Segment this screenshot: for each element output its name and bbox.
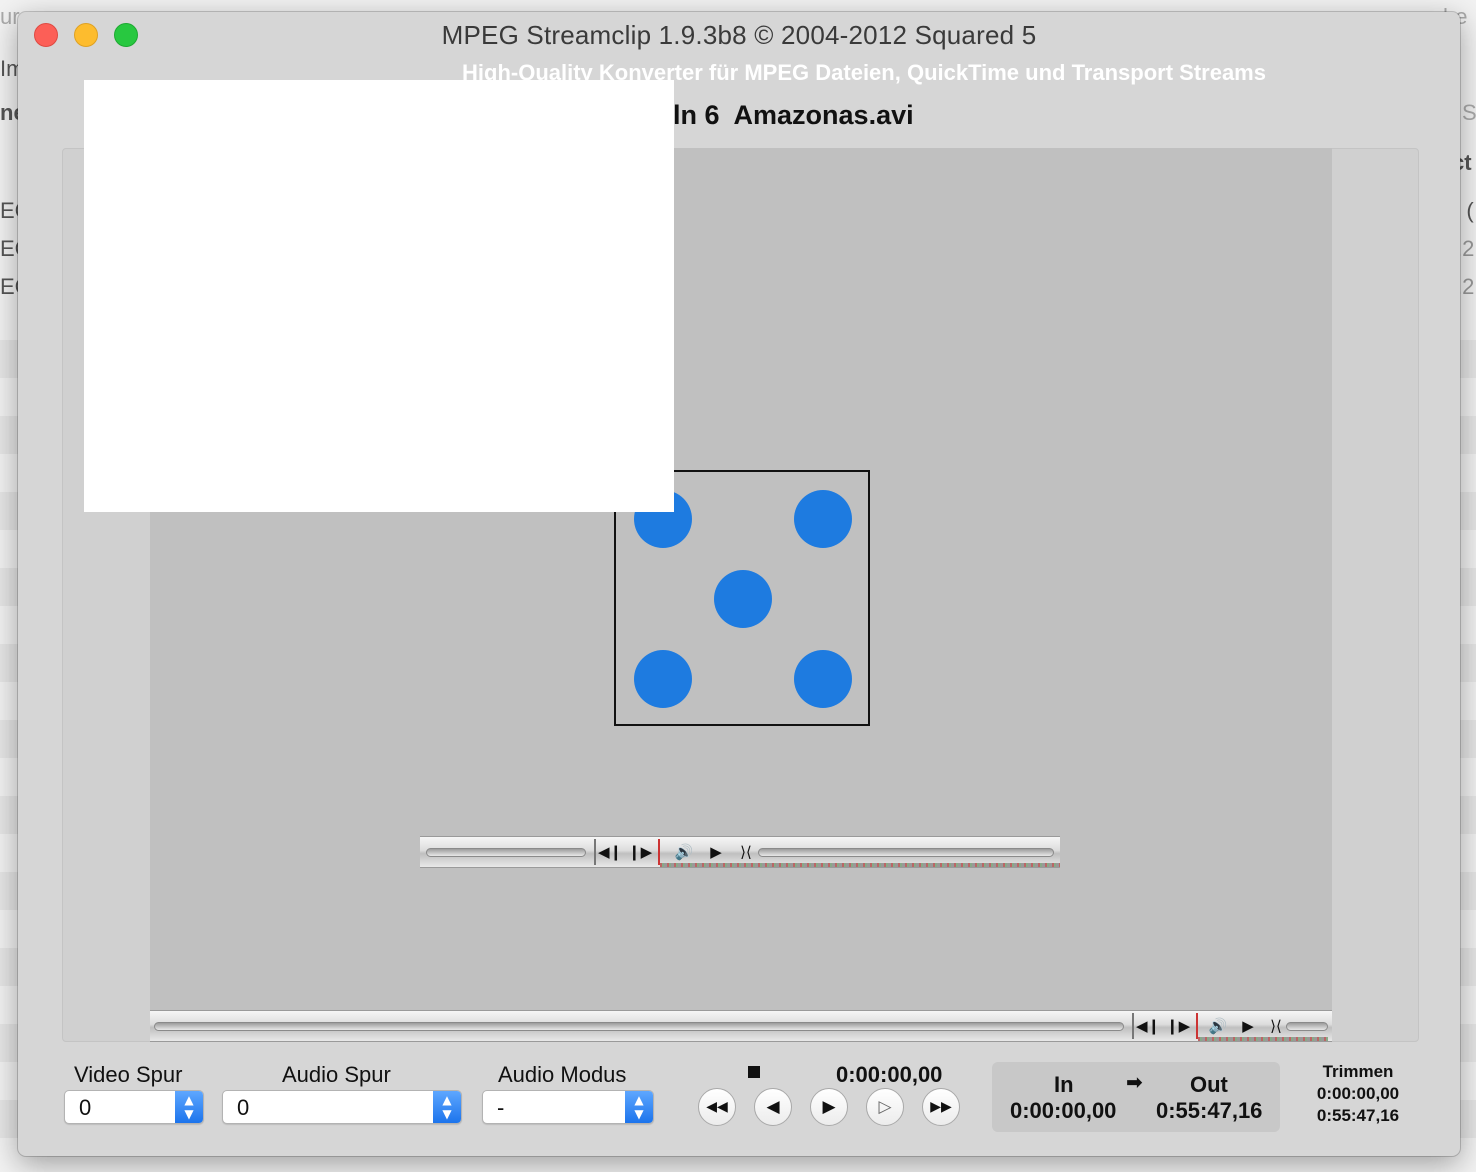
popup-arrows-icon: ▲ ▼ [625,1091,653,1123]
in-out-panel: In ➡ Out 0:00:00,00 0:55:47,16 [992,1062,1280,1132]
arrow-right-icon: ➡ [1126,1070,1143,1094]
video-track-select[interactable]: 0 ▲ ▼ [64,1090,204,1124]
volume-icon[interactable]: 🔊 [672,841,696,863]
noise-strip [660,863,1060,867]
audio-mode-label: Audio Modus [498,1062,627,1087]
streamclip-window: MPEG Streamclip 1.9.3b8 © 2004-2012 Squa… [18,12,1460,1156]
out-label: Out [1190,1072,1228,1097]
step-back-icon[interactable]: ◀❙ [598,841,622,863]
title-bar[interactable]: MPEG Streamclip 1.9.3b8 © 2004-2012 Squa… [18,12,1460,58]
scrubber-handle-icon[interactable]: ⟩⟨ [1264,1015,1288,1037]
scrubber-handle-icon[interactable]: ⟩⟨ [734,841,758,863]
audio-mode-select[interactable]: - ▲ ▼ [482,1090,654,1124]
separator [658,839,660,865]
popup-arrows-icon: ▲ ▼ [175,1091,203,1123]
inner-scrub-track[interactable] [758,848,1054,857]
current-time: 0:00:00,00 [836,1062,943,1087]
outer-scrub-track[interactable] [1286,1022,1328,1031]
stop-icon[interactable] [748,1066,760,1078]
trim-label: Trimmen [1322,1062,1394,1081]
play-icon[interactable]: ▶ [1236,1015,1260,1037]
out-time[interactable]: 0:55:47,16 [1156,1098,1262,1124]
in-time[interactable]: 0:00:00,00 [1010,1098,1116,1124]
step-forward-icon[interactable]: ❙▶ [1166,1015,1190,1037]
background-text: S [1462,100,1476,125]
noise-strip [1198,1037,1328,1041]
separator [1196,1013,1198,1039]
rewind-button[interactable]: ◀◀ [698,1088,736,1126]
video-track-value: 0 [79,1095,92,1120]
audio-track-select[interactable]: 0 ▲ ▼ [222,1090,462,1124]
audio-mode-value: - [497,1095,505,1120]
volume-icon[interactable]: 🔊 [1206,1015,1230,1037]
background-text: ur [0,4,20,29]
play-selection-button[interactable]: ▷ [866,1088,904,1126]
in-label: In [1054,1072,1074,1097]
audio-track-label: Audio Spur [282,1062,391,1087]
blank-overlay [84,80,674,512]
file-name: eln 6 Amazonas.avi [658,100,914,130]
trim-start: 0:00:00,00 [1316,1084,1400,1103]
step-backward-button[interactable]: ◀ [754,1088,792,1126]
dice-dot [634,650,692,708]
dice-dot [714,570,772,628]
play-button[interactable]: ▶ [810,1088,848,1126]
trim-end: 0:55:47,16 [1316,1106,1400,1125]
inner-progress-track[interactable] [426,848,586,857]
window-title: MPEG Streamclip 1.9.3b8 © 2004-2012 Squa… [441,20,1037,50]
separator [594,839,596,865]
separator [1132,1013,1134,1039]
outer-progress-track[interactable] [154,1022,1124,1031]
popup-arrows-icon: ▲ ▼ [433,1091,461,1123]
inner-player-bar[interactable]: ◀❙ ❙▶ 🔊 ▶ ⟩⟨ [420,836,1060,868]
play-icon[interactable]: ▶ [704,841,728,863]
outer-player-bar[interactable]: ◀❙ ❙▶ 🔊 ▶ ⟩⟨ [150,1010,1332,1042]
step-back-icon[interactable]: ◀❙ [1136,1015,1160,1037]
audio-track-value: 0 [237,1095,250,1120]
step-forward-icon[interactable]: ❙▶ [628,841,652,863]
dice-dot [794,650,852,708]
video-track-label: Video Spur [74,1062,183,1087]
dice-dot [794,490,852,548]
fast-forward-button[interactable]: ▶▶ [922,1088,960,1126]
